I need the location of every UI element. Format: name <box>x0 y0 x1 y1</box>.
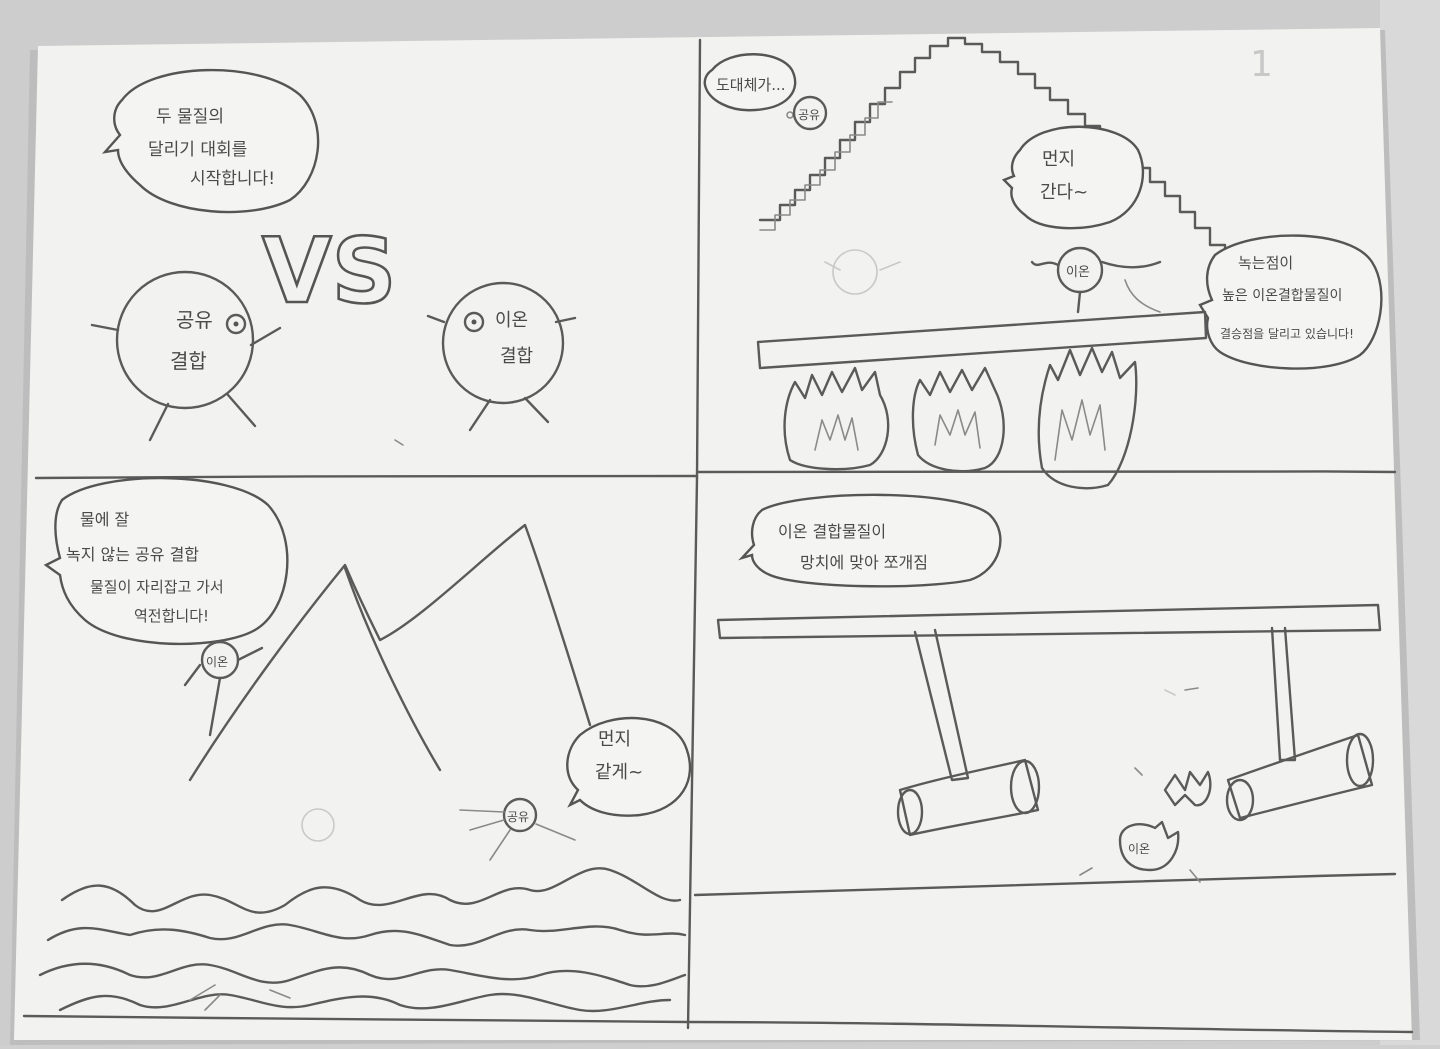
ionic-label: 결합 <box>500 346 533 367</box>
covalent-char-label: 공유 <box>507 810 529 824</box>
narration-line: 망치에 맞아 쪼개짐 <box>800 553 928 572</box>
narration-line: 이온 결합물질이 <box>778 522 886 541</box>
covalent-label: 결합 <box>170 349 207 373</box>
ionic-char-label: 이온 <box>206 655 228 669</box>
vs-text: VS <box>262 219 396 324</box>
speech-line: 간다~ <box>1040 182 1088 203</box>
narration-line: 시작합니다! <box>190 169 275 189</box>
narration-bubble: 이온 결합물질이 망치에 맞아 쪼개짐 <box>738 493 1002 588</box>
ionic-label: 이온 <box>495 310 528 331</box>
narration-line: 녹지 않는 공유 결합 <box>66 545 199 564</box>
narration-line: 두 물질의 <box>156 107 224 127</box>
speech-line: 먼지 <box>598 729 631 750</box>
covalent-label: 공유 <box>176 308 213 332</box>
narration-line: 달리기 대회를 <box>148 140 247 160</box>
speech-line: 같게~ <box>595 762 643 783</box>
page-number: 1 <box>1250 44 1273 85</box>
narration-line: 물질이 자리잡고 가서 <box>90 578 224 596</box>
narration-line: 높은 이온결합물질이 <box>1222 288 1342 304</box>
narration-line: 결승점을 달리고 있습니다! <box>1220 327 1354 341</box>
ionic-char-label: 이온 <box>1066 265 1090 280</box>
ionic-char-label: 이온 <box>1128 842 1150 856</box>
narration-line: 녹는점이 <box>1238 254 1293 272</box>
narration-line: 물에 잘 <box>80 510 130 529</box>
comic-sheet: 1 두 물질의 달리기 대회를 시작합니다! VS 공유 결합 이온 결합 물에… <box>0 0 1440 1045</box>
comic-photo: 1 두 물질의 달리기 대회를 시작합니다! VS 공유 결합 이온 결합 물에… <box>0 0 1440 1045</box>
thought-text: 도대체가... <box>716 76 786 94</box>
covalent-speech-bubble: 먼지 같게~ <box>566 716 692 817</box>
narration-line: 역전합니다! <box>134 607 209 625</box>
narration-bubble: 물에 잘 녹지 않는 공유 결합 물질이 자리잡고 가서 역전합니다! <box>43 476 289 646</box>
speech-line: 먼지 <box>1042 149 1075 170</box>
covalent-char-label: 공유 <box>798 108 820 122</box>
narration-bubble: 녹는점이 높은 이온결합물질이 결승점을 달리고 있습니다! <box>1198 234 1383 370</box>
